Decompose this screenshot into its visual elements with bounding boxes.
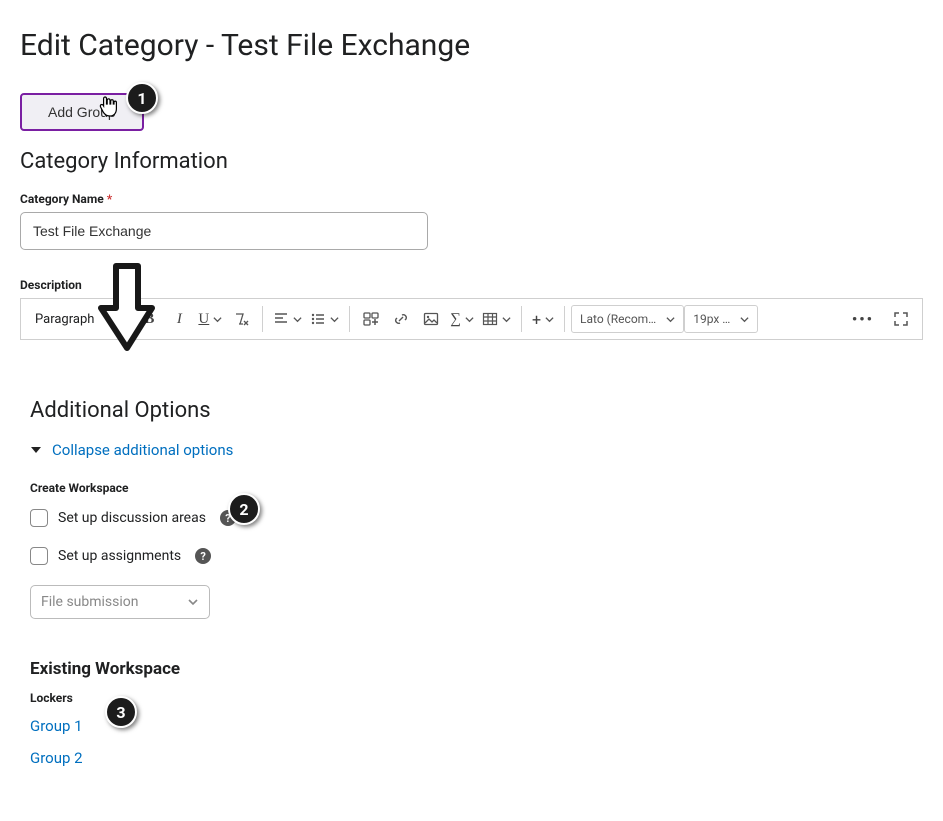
help-icon[interactable]: ? — [195, 548, 211, 564]
assignments-checkbox[interactable] — [30, 547, 48, 565]
cursor-hand-icon — [97, 95, 119, 119]
arrow-down-annotation-icon — [96, 262, 158, 352]
lockers-label: Lockers — [30, 691, 923, 705]
chevron-down-icon — [293, 315, 302, 324]
create-workspace-label: Create Workspace — [30, 481, 923, 495]
callout-1: 1 — [126, 82, 158, 114]
insert-stuff-icon — [363, 311, 379, 327]
link-icon — [393, 311, 409, 327]
required-star: * — [107, 192, 112, 206]
insert-stuff-button[interactable] — [356, 304, 386, 334]
font-size-dropdown[interactable]: 19px … — [684, 305, 758, 333]
table-button[interactable] — [478, 304, 515, 334]
sigma-icon: ∑ — [450, 311, 461, 328]
insert-image-button[interactable] — [416, 304, 446, 334]
more-actions-button[interactable]: ••• — [848, 304, 878, 334]
separator — [564, 306, 565, 332]
group-link[interactable]: Group 1 — [30, 717, 923, 735]
chevron-down-icon — [666, 315, 675, 324]
caret-down-icon — [30, 444, 42, 456]
plus-icon: + — [532, 310, 541, 329]
italic-button[interactable]: I — [164, 304, 194, 334]
font-family-dropdown[interactable]: Lato (Recom… — [571, 305, 684, 333]
separator — [521, 306, 522, 332]
font-size-label: 19px … — [693, 312, 730, 326]
clear-format-button[interactable] — [226, 304, 256, 334]
list-icon — [310, 311, 326, 327]
category-name-text: Category Name — [20, 192, 104, 206]
chevron-down-icon — [330, 315, 339, 324]
underline-button[interactable]: U — [194, 304, 226, 334]
chevron-down-icon — [465, 315, 474, 324]
more-insert-button[interactable]: + — [528, 304, 558, 334]
image-icon — [423, 311, 439, 327]
align-button[interactable] — [269, 304, 306, 334]
discussion-label: Set up discussion areas — [58, 510, 206, 526]
fullscreen-icon — [893, 311, 909, 327]
table-icon — [482, 311, 498, 327]
paragraph-style-label: Paragraph — [35, 312, 94, 327]
callout-3: 3 — [105, 696, 137, 728]
chevron-down-icon — [213, 315, 222, 324]
chevron-down-icon — [187, 596, 199, 608]
list-button[interactable] — [306, 304, 343, 334]
ellipsis-icon: ••• — [852, 310, 874, 328]
existing-workspace-heading: Existing Workspace — [30, 659, 923, 679]
equation-button[interactable]: ∑ — [446, 304, 478, 334]
assignments-label: Set up assignments — [58, 548, 181, 564]
collapse-additional-link[interactable]: Collapse additional options — [52, 441, 233, 459]
font-family-label: Lato (Recom… — [580, 312, 656, 326]
callout-2: 2 — [228, 493, 260, 525]
category-name-label: Category Name * — [20, 192, 923, 206]
additional-options-heading: Additional Options — [30, 398, 923, 423]
clear-format-icon — [233, 311, 249, 327]
category-info-heading: Category Information — [20, 149, 923, 174]
category-name-input[interactable] — [20, 212, 428, 250]
underline-u: U — [198, 311, 209, 328]
chevron-down-icon — [545, 315, 554, 324]
align-icon — [273, 311, 289, 327]
file-submission-value: File submission — [41, 594, 139, 610]
file-submission-select[interactable]: File submission — [30, 585, 210, 619]
insert-link-button[interactable] — [386, 304, 416, 334]
page-title: Edit Category - Test File Exchange — [20, 28, 923, 63]
separator — [349, 306, 350, 332]
discussion-checkbox[interactable] — [30, 509, 48, 527]
fullscreen-button[interactable] — [886, 304, 916, 334]
chevron-down-icon — [502, 315, 511, 324]
separator — [262, 306, 263, 332]
group-link[interactable]: Group 2 — [30, 749, 923, 767]
chevron-down-icon — [740, 315, 749, 324]
